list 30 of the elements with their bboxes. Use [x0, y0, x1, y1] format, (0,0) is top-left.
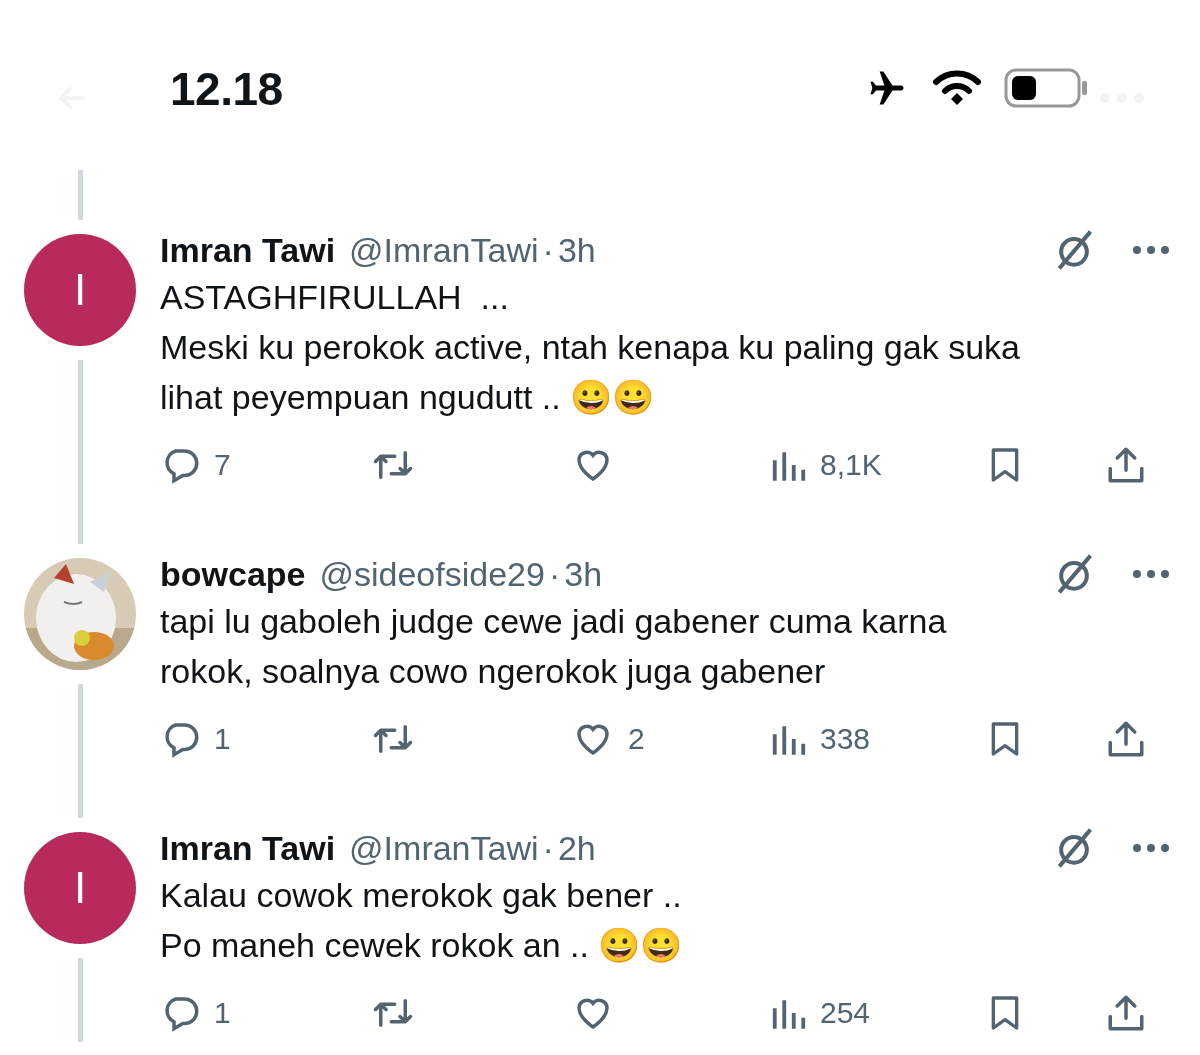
- reply-count: 1: [214, 996, 231, 1030]
- post-time[interactable]: 2h: [557, 828, 596, 868]
- author-name[interactable]: bowcape: [160, 554, 306, 594]
- separator-dot: ·: [542, 230, 554, 270]
- avatar[interactable]: I: [24, 234, 136, 346]
- post-time[interactable]: 3h: [564, 554, 603, 594]
- separator-dot: ·: [542, 828, 554, 868]
- avatar[interactable]: I: [24, 832, 136, 944]
- like-count: 2: [628, 722, 645, 756]
- author-handle[interactable]: @ImranTawi: [349, 230, 539, 270]
- author-handle[interactable]: @ImranTawi: [349, 828, 539, 868]
- reply-count: 7: [214, 448, 231, 482]
- post-time[interactable]: 3h: [557, 230, 596, 270]
- post-text: ASTAGHFIRULLAH ... Meski ku perokok active, ntah kenapa ku paling gak suka lihat peyempuan ngudutt .. 😀😀: [160, 277, 1021, 418]
- post-text: Kalau cowok merokok gak bener .. Po maneh cewek rokok an .. 😀😀: [160, 875, 684, 966]
- wifi-icon: [932, 68, 982, 108]
- author-name[interactable]: Imran Tawi: [160, 828, 336, 868]
- author-name[interactable]: Imran Tawi: [160, 230, 336, 270]
- view-count: 8,1K: [820, 448, 882, 482]
- clock-time: 12.18: [170, 62, 283, 116]
- more-icon[interactable]: [1132, 569, 1170, 579]
- view-count: 254: [820, 996, 871, 1030]
- reply-count: 1: [214, 722, 231, 756]
- more-icon[interactable]: [1132, 245, 1170, 255]
- view-count: 338: [820, 722, 871, 756]
- separator-dot: ·: [548, 554, 561, 594]
- author-handle[interactable]: @sideofside29: [319, 554, 545, 594]
- battery-icon: [1004, 68, 1088, 108]
- post-text: tapi lu gaboleh judge cewe jadi gabener cuma karna rokok, soalnya cowo ngerokok juga gabener: [160, 601, 948, 692]
- more-icon[interactable]: [1132, 843, 1170, 853]
